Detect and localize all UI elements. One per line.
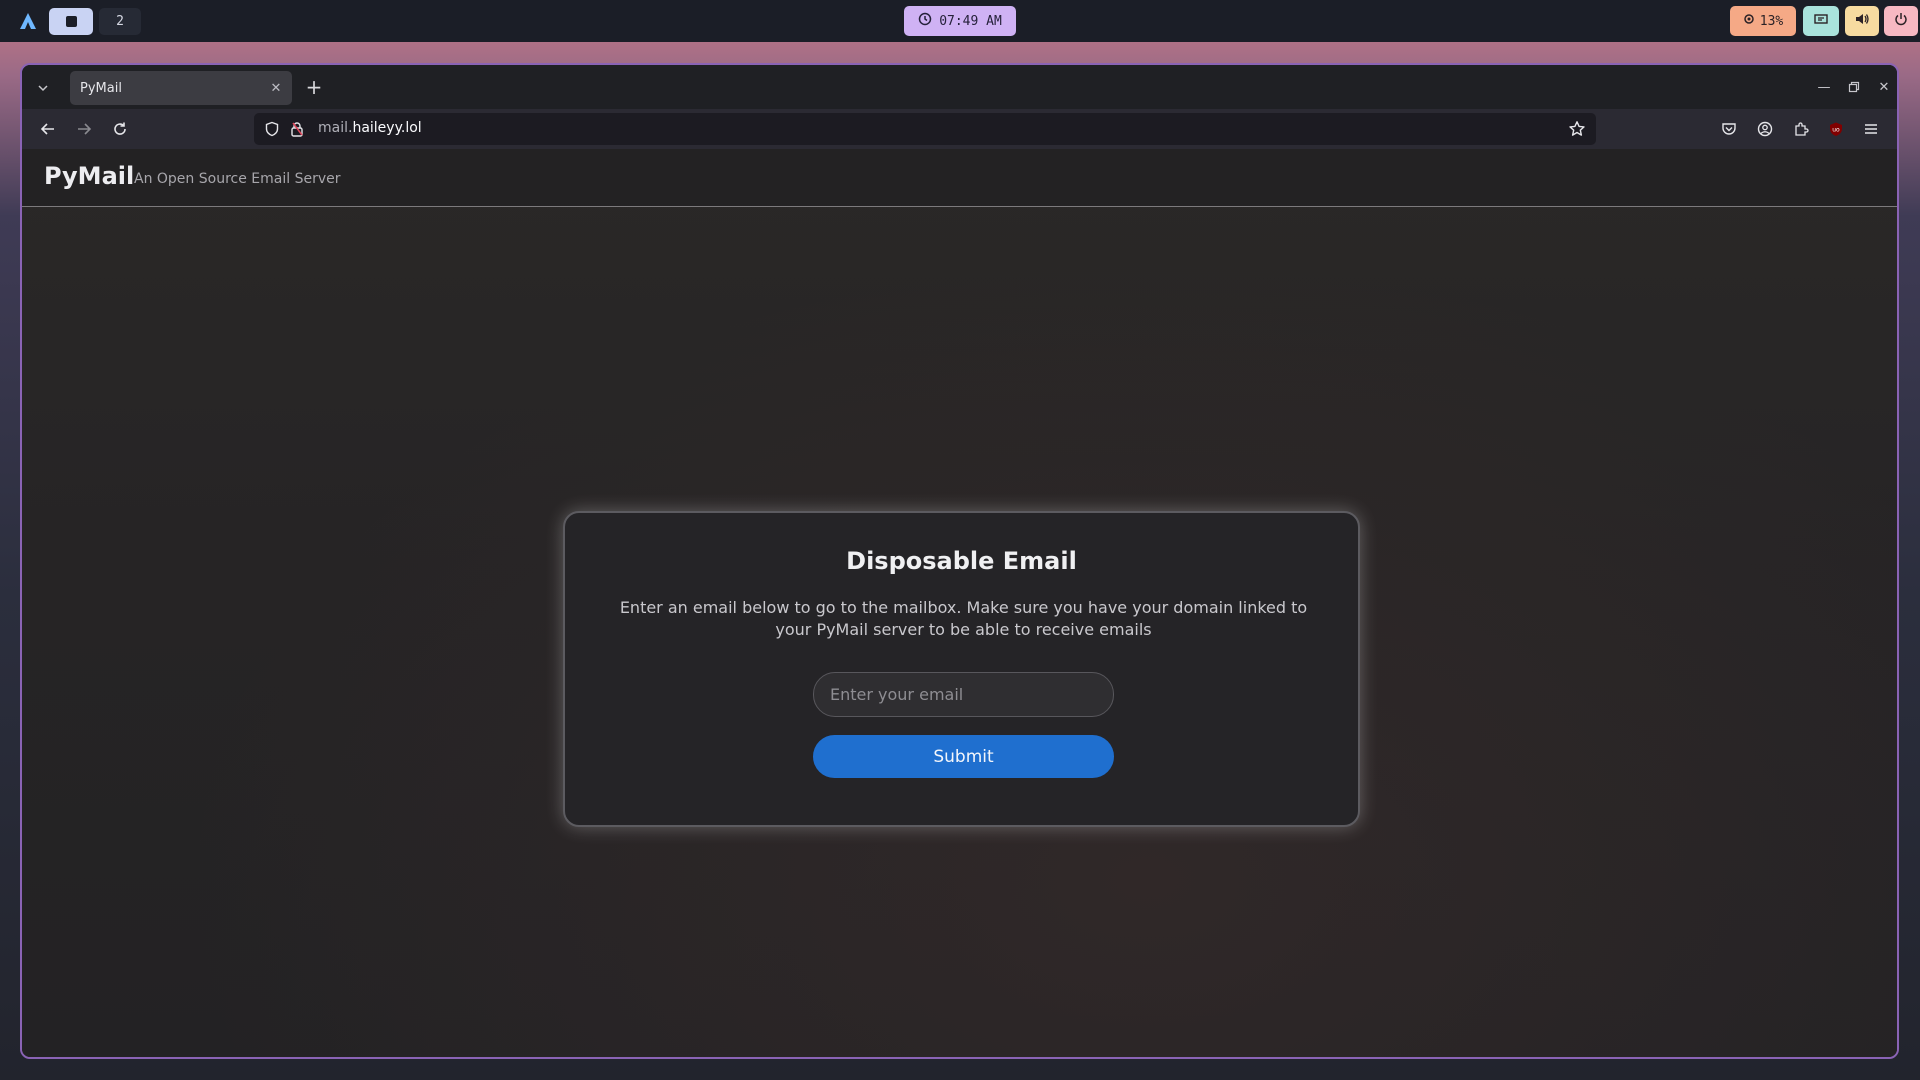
system-taskbar: 2 07:49 AM 13% xyxy=(0,0,1920,42)
card-title: Disposable Email xyxy=(846,547,1077,575)
cpu-icon xyxy=(1743,13,1755,29)
address-bar[interactable]: mail.haileyy.lol xyxy=(254,113,1596,145)
page-content: PyMail An Open Source Email Server Dispo… xyxy=(22,149,1897,1057)
plus-icon: + xyxy=(305,75,323,99)
ublock-origin-icon: uo xyxy=(1830,122,1842,136)
list-all-tabs-button[interactable] xyxy=(32,77,54,99)
ublock-button[interactable]: uo xyxy=(1824,117,1848,141)
power-icon xyxy=(1894,12,1908,30)
cpu-widget[interactable]: 13% xyxy=(1730,6,1796,36)
lock-icon[interactable] xyxy=(290,121,304,141)
email-input[interactable] xyxy=(813,672,1114,717)
back-button[interactable] xyxy=(36,117,60,141)
tab-pymail[interactable]: PyMail ✕ xyxy=(70,71,292,105)
pocket-button[interactable] xyxy=(1717,117,1741,141)
chevron-down-icon xyxy=(38,85,48,92)
network-widget[interactable] xyxy=(1803,6,1839,36)
navigation-toolbar: mail.haileyy.lol uo xyxy=(22,109,1897,149)
card-description: Enter an email below to go to the mailbo… xyxy=(619,598,1308,639)
tab-bar: PyMail ✕ + — ✕ xyxy=(22,65,1897,109)
volume-icon xyxy=(1854,12,1870,30)
svg-text:uo: uo xyxy=(1832,127,1840,134)
new-tab-button[interactable]: + xyxy=(302,75,326,99)
launcher-logo-icon[interactable] xyxy=(18,11,38,31)
forward-button[interactable] xyxy=(72,117,96,141)
app-menu-button[interactable] xyxy=(1859,117,1883,141)
cpu-usage-value: 13% xyxy=(1759,13,1784,29)
account-button[interactable] xyxy=(1753,117,1777,141)
pocket-icon xyxy=(1722,123,1736,135)
volume-widget[interactable] xyxy=(1845,6,1879,36)
clock-widget[interactable]: 07:49 AM xyxy=(904,6,1016,36)
site-title[interactable]: PyMail xyxy=(44,162,134,190)
reload-icon xyxy=(114,122,126,135)
disposable-email-card: Disposable Email Enter an email below to… xyxy=(563,511,1360,827)
minimize-icon: — xyxy=(1817,79,1831,95)
arrow-right-icon xyxy=(78,123,92,135)
close-icon: ✕ xyxy=(1878,79,1890,95)
url-domain: haileyy.lol xyxy=(352,120,422,136)
close-icon[interactable]: ✕ xyxy=(268,80,284,96)
clock-icon xyxy=(918,12,932,30)
restore-icon xyxy=(1848,81,1860,93)
extensions-button[interactable] xyxy=(1789,117,1813,141)
tab-title: PyMail xyxy=(80,80,122,96)
network-icon xyxy=(1813,12,1829,30)
puzzle-icon xyxy=(1795,122,1809,136)
url-text: mail.haileyy.lol xyxy=(318,120,422,136)
arrow-left-icon xyxy=(40,123,54,135)
workspace-1-button[interactable] xyxy=(49,8,93,35)
account-icon xyxy=(1757,121,1773,137)
power-widget[interactable] xyxy=(1884,6,1918,36)
reload-button[interactable] xyxy=(108,117,132,141)
browser-window: PyMail ✕ + — ✕ mail.haileyy.lol uo PyMai… xyxy=(20,63,1899,1059)
close-window-button[interactable]: ✕ xyxy=(1874,77,1894,97)
url-subdomain: mail. xyxy=(318,120,353,136)
bookmark-star-icon[interactable] xyxy=(1568,120,1586,142)
minimize-button[interactable]: — xyxy=(1814,77,1834,97)
site-tagline: An Open Source Email Server xyxy=(134,171,341,187)
shield-icon[interactable] xyxy=(264,121,280,141)
submit-button[interactable]: Submit xyxy=(813,735,1114,778)
clock-time: 07:49 AM xyxy=(939,13,1002,29)
site-header: PyMail An Open Source Email Server xyxy=(22,149,1897,207)
restore-button[interactable] xyxy=(1844,77,1864,97)
workspace-2-button[interactable]: 2 xyxy=(99,8,141,35)
hamburger-menu-icon xyxy=(1865,124,1877,134)
workspace-active-indicator-icon xyxy=(65,16,77,27)
